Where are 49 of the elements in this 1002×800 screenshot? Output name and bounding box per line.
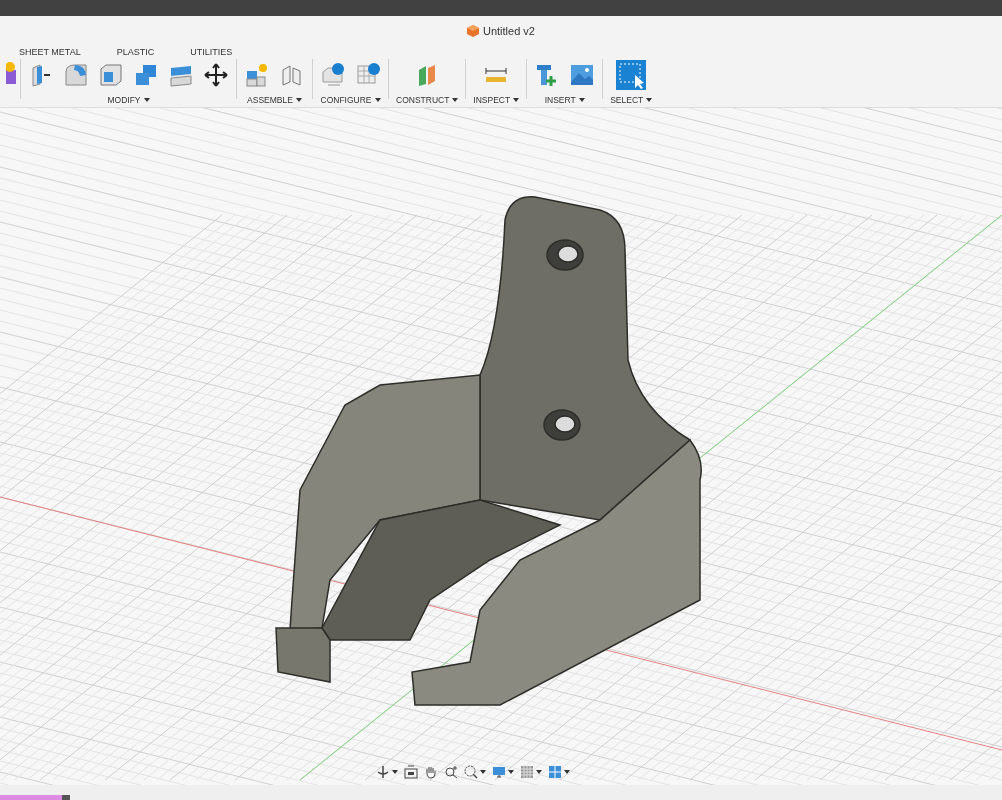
document-title: Untitled v2	[483, 23, 535, 39]
shell-icon[interactable]	[98, 62, 124, 88]
look-at-icon[interactable]	[404, 765, 418, 779]
caret-icon	[452, 98, 459, 103]
caret-icon	[646, 98, 653, 103]
group-menu-button[interactable]: CONFIGURE	[320, 94, 381, 107]
combine-icon[interactable]	[133, 62, 159, 88]
grid-button[interactable]	[520, 765, 542, 779]
group-menu-button[interactable]: INSPECT	[473, 94, 520, 107]
toolbar-tab[interactable]: SHEET METAL	[19, 46, 81, 60]
toolbar-tab[interactable]: UTILITIES	[190, 46, 233, 60]
parameters-icon[interactable]	[320, 62, 346, 88]
caret-icon	[143, 98, 150, 103]
caret-icon	[374, 98, 381, 103]
viewports-icon	[548, 765, 562, 779]
timeline-bar	[0, 795, 62, 800]
group-menu-button[interactable]: CONSTRUCT	[396, 94, 459, 107]
group-menu-button[interactable]: ASSEMBLE	[247, 94, 302, 107]
bracket-model-drawing[interactable]	[275, 196, 702, 706]
display-button[interactable]	[492, 765, 514, 779]
caret-icon	[480, 770, 486, 774]
cube-icon	[467, 25, 479, 37]
image-icon[interactable]	[569, 62, 596, 88]
toolbar-tab[interactable]: PLASTIC	[116, 46, 155, 60]
caret-icon	[564, 770, 570, 774]
caret-icon	[508, 770, 514, 774]
sketch-icon[interactable]	[6, 60, 16, 86]
timeline-marker[interactable]	[62, 795, 70, 800]
caret-icon	[578, 98, 585, 103]
orbit-button[interactable]	[376, 765, 398, 779]
group-menu-button[interactable]: INSERT	[544, 94, 585, 107]
group-menu-button[interactable]: SELECT	[610, 94, 653, 107]
fillet-icon[interactable]	[63, 62, 89, 88]
orbit-icon	[376, 765, 390, 779]
zoom-window-icon	[464, 765, 478, 779]
caret-icon	[392, 770, 398, 774]
caret-icon	[536, 770, 542, 774]
viewports-button[interactable]	[548, 765, 570, 779]
hand-icon[interactable]	[424, 765, 438, 779]
caret-icon	[513, 98, 520, 103]
move-icon[interactable]	[203, 62, 229, 88]
component-icon[interactable]	[244, 62, 270, 88]
group-menu-button[interactable]: MODIFY	[107, 94, 150, 107]
fit-button[interactable]	[464, 765, 486, 779]
caret-icon	[295, 98, 302, 103]
monitor-icon	[492, 765, 506, 779]
grid-icon	[520, 765, 534, 779]
zoom-icon[interactable]	[444, 765, 458, 779]
selection-icon[interactable]	[616, 60, 647, 90]
